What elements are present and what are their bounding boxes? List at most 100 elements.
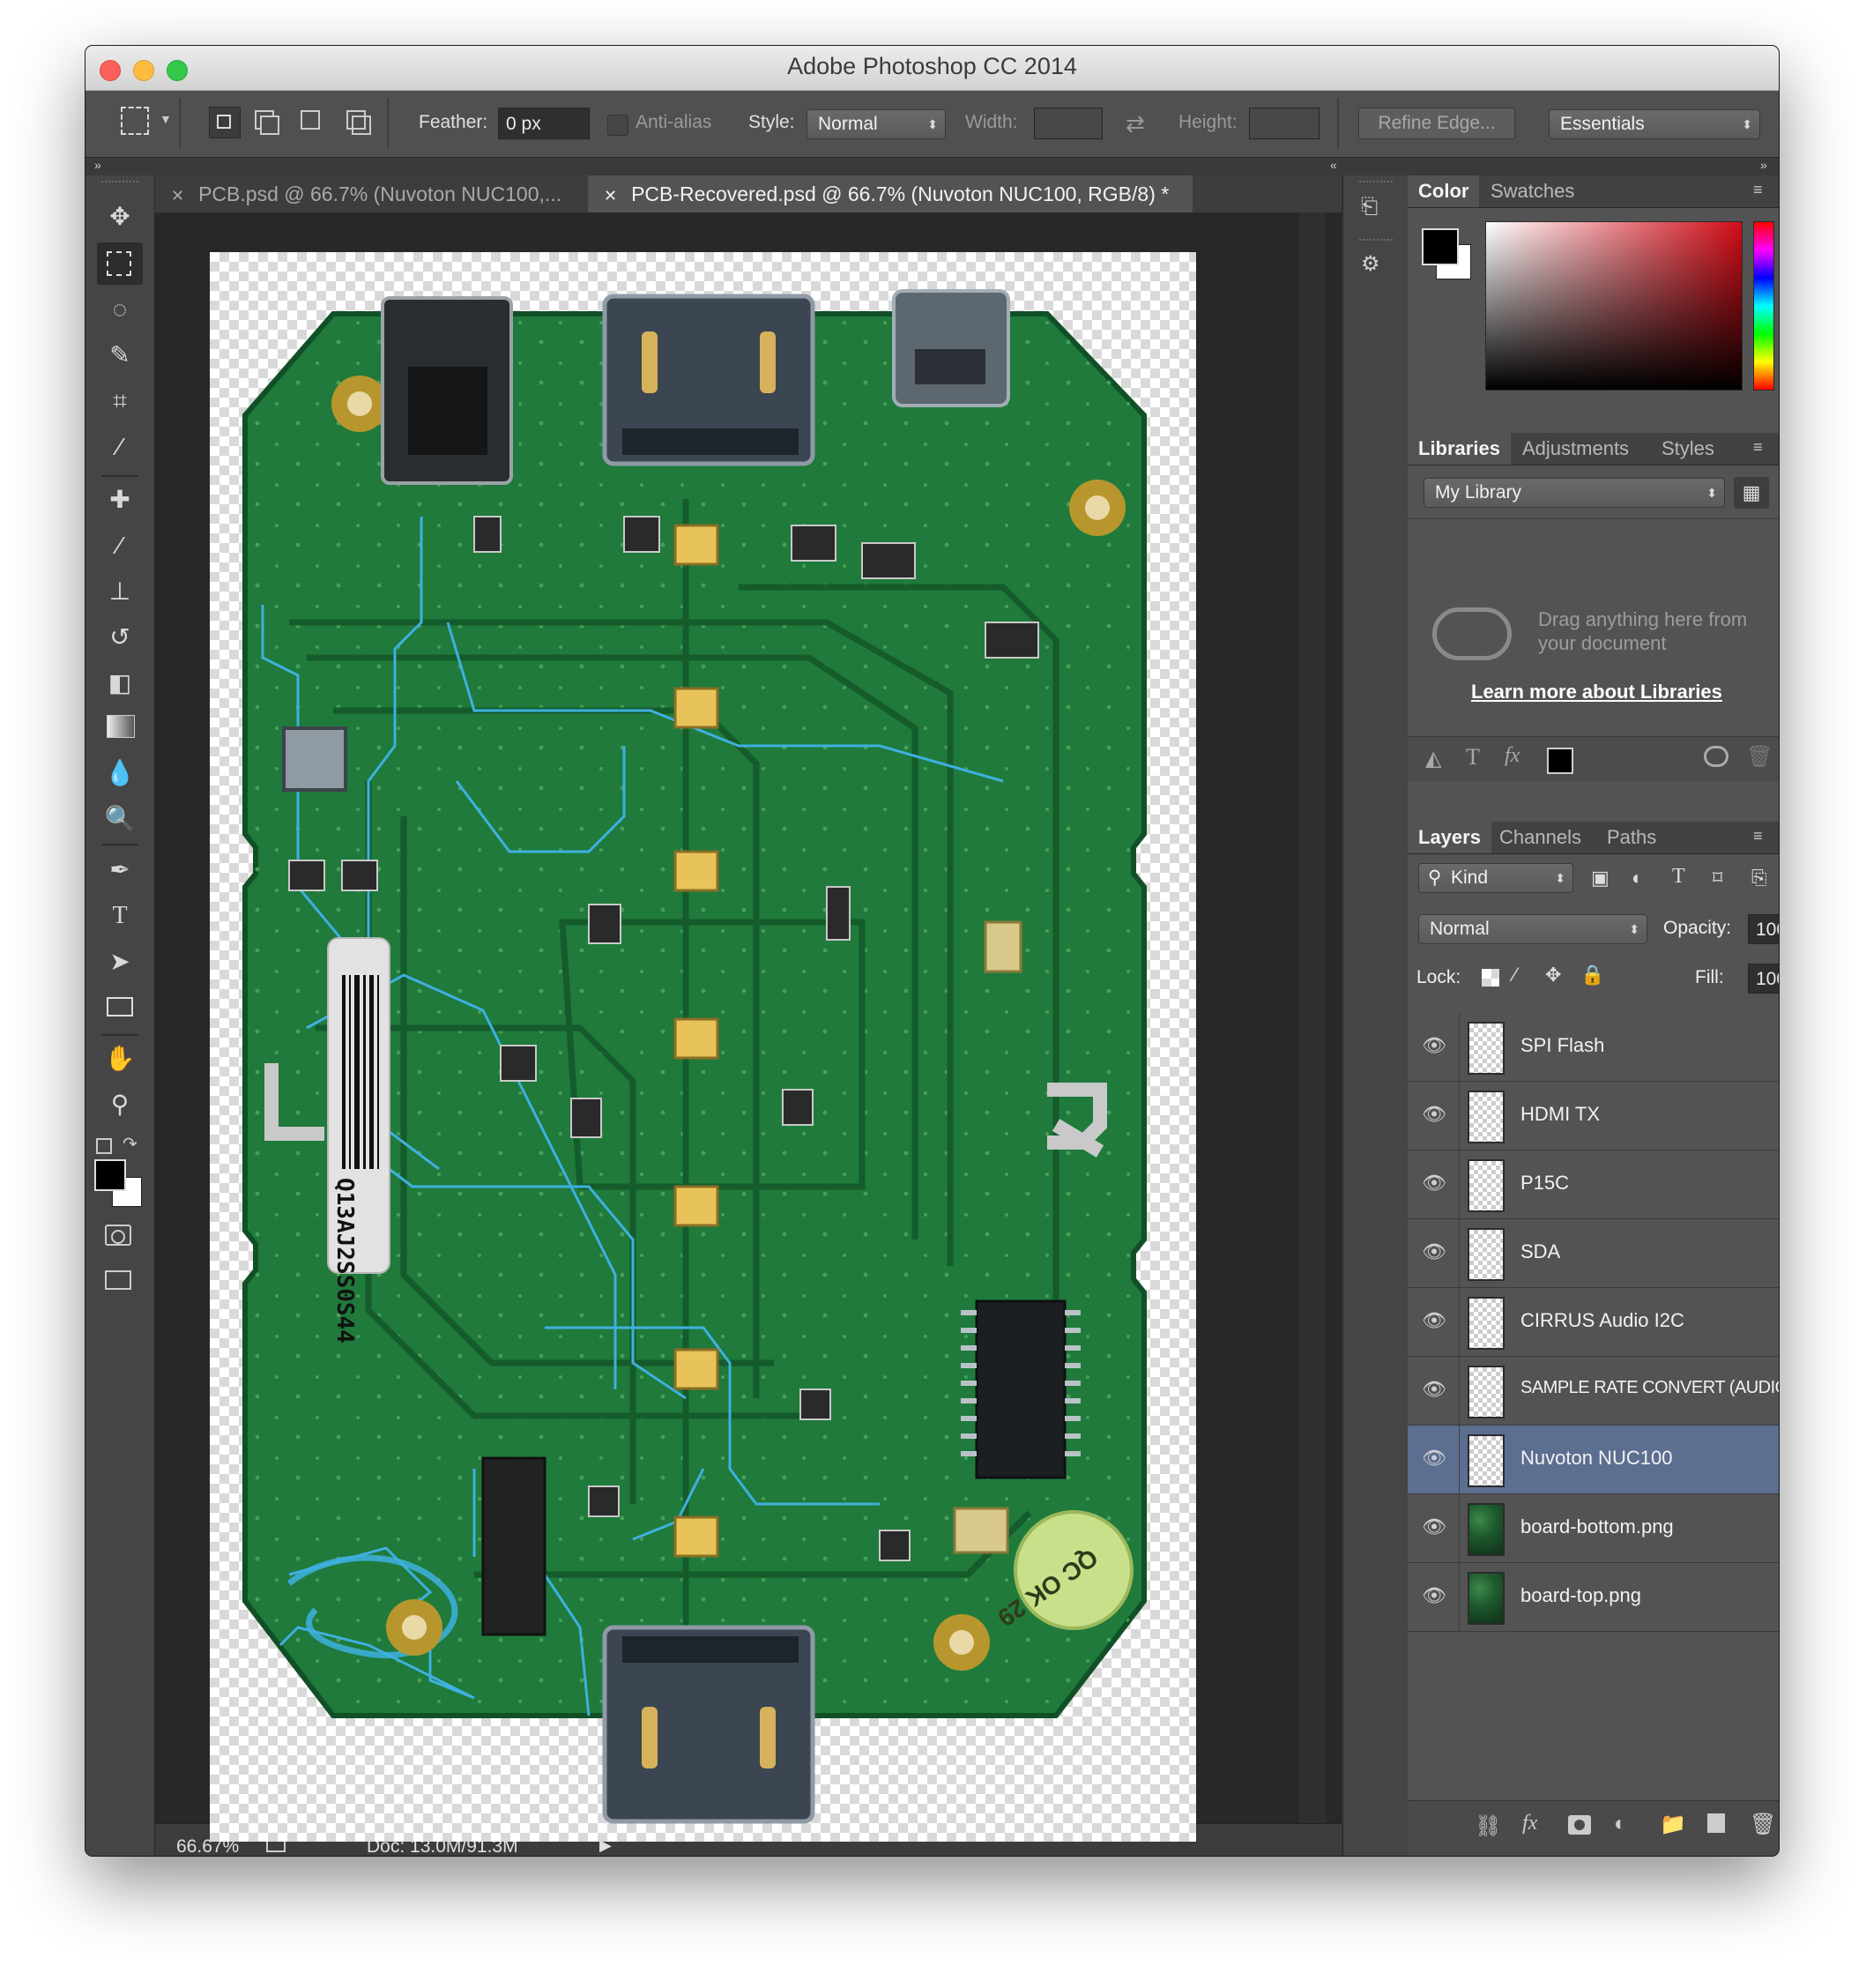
type-icon[interactable]: T (99, 897, 141, 935)
dodge-icon[interactable]: 🔍 (99, 800, 141, 838)
width-field[interactable] (1034, 108, 1103, 139)
marquee-icon[interactable] (107, 251, 131, 276)
properties-panel-icon[interactable]: ⚙ (1361, 251, 1389, 283)
path-select-icon[interactable]: ➤ (99, 942, 141, 981)
history-panel-icon[interactable]: ⎗ (1361, 195, 1389, 227)
layer-style-icon[interactable]: fx (1522, 1812, 1537, 1835)
layer-row[interactable]: 👁 SDA (1408, 1219, 1779, 1288)
foreground-color-swatch[interactable] (1422, 228, 1459, 265)
expand-panels-icon[interactable]: » (1760, 158, 1767, 172)
hue-slider[interactable] (1753, 221, 1774, 391)
layer-mask-icon[interactable] (1568, 1815, 1591, 1835)
tab-layers[interactable]: Layers (1408, 822, 1491, 853)
default-colors-icon[interactable] (96, 1138, 112, 1154)
collapse-panels-icon[interactable]: « (1330, 158, 1337, 172)
visibility-eye-icon[interactable]: 👁 (1422, 1515, 1450, 1540)
library-select[interactable]: My Library ⬍ (1424, 478, 1725, 508)
foreground-color-swatch[interactable] (94, 1159, 126, 1191)
feather-field[interactable]: 0 px (498, 108, 590, 139)
lock-all-icon[interactable]: 🔒 (1580, 964, 1604, 987)
blur-icon[interactable]: 💧 (99, 754, 141, 793)
close-tab-icon[interactable]: ✕ (171, 187, 184, 205)
delete-layer-icon[interactable]: 🗑 (1750, 1812, 1776, 1837)
filter-adjustment-icon[interactable]: ◐ (1632, 867, 1643, 890)
refine-edge-button[interactable]: Refine Edge... (1358, 108, 1515, 139)
visibility-eye-icon[interactable]: 👁 (1422, 1309, 1450, 1334)
height-field[interactable] (1249, 108, 1320, 139)
blend-mode-select[interactable]: Normal ⬍ (1418, 914, 1647, 944)
tab-channels[interactable]: Channels (1489, 822, 1592, 853)
zoom-icon[interactable]: ⚲ (99, 1085, 141, 1124)
add-layer-style-icon[interactable]: fx (1505, 744, 1520, 768)
healing-icon[interactable]: ✚ (99, 480, 141, 519)
quick-select-icon[interactable]: ✎ (99, 336, 141, 375)
fill-field[interactable]: 100% (1748, 964, 1779, 994)
lock-transparency-icon[interactable] (1482, 969, 1499, 987)
crop-icon[interactable]: ⌗ (99, 382, 141, 421)
filter-smart-object-icon[interactable]: ⎘ (1751, 867, 1767, 890)
cloud-sync-icon[interactable] (1704, 746, 1728, 767)
quick-mask-icon[interactable] (105, 1225, 131, 1246)
filter-type-icon[interactable]: T (1672, 865, 1685, 889)
grid-view-icon[interactable]: ▦ (1734, 477, 1769, 509)
trash-icon[interactable]: 🗑 (1746, 744, 1773, 770)
filter-shape-icon[interactable]: ⌑ (1713, 867, 1722, 890)
eyedropper-icon[interactable]: ⁄ (99, 428, 141, 466)
document-tab-active[interactable]: ✕ PCB-Recovered.psd @ 66.7% (Nuvoton NUC1… (588, 175, 1193, 212)
stamp-icon[interactable]: ⊥ (99, 572, 141, 611)
subtract-selection-icon[interactable] (301, 110, 320, 130)
visibility-eye-icon[interactable]: 👁 (1422, 1378, 1450, 1403)
tab-color[interactable]: Color (1408, 175, 1480, 207)
eraser-icon[interactable]: ◧ (99, 664, 141, 703)
visibility-eye-icon[interactable]: 👁 (1422, 1034, 1450, 1059)
close-tab-icon[interactable]: ✕ (604, 187, 617, 205)
layer-row[interactable]: 👁 Nuvoton NUC100 (1408, 1426, 1779, 1494)
document-tab[interactable]: ✕ PCB.psd @ 66.7% (Nuvoton NUC100,... (155, 175, 586, 212)
workspace-select[interactable]: Essentials ⬍ (1549, 109, 1760, 139)
add-character-style-icon[interactable]: T (1466, 744, 1480, 771)
tab-libraries[interactable]: Libraries (1408, 433, 1511, 465)
expand-tools-icon[interactable]: » (94, 158, 101, 172)
tab-styles[interactable]: Styles (1651, 433, 1725, 465)
brush-icon[interactable]: ⁄ (99, 526, 141, 565)
tab-swatches[interactable]: Swatches (1480, 175, 1585, 207)
visibility-eye-icon[interactable]: 👁 (1422, 1172, 1450, 1196)
gradient-icon[interactable] (107, 715, 135, 738)
layer-row[interactable]: 👁 P15C (1408, 1150, 1779, 1219)
lasso-icon[interactable]: ◌ (99, 290, 141, 329)
move-icon[interactable]: ✥ (99, 197, 141, 236)
new-layer-icon[interactable] (1707, 1813, 1725, 1833)
panel-menu-icon[interactable]: ≡ (1753, 827, 1763, 845)
layer-row[interactable]: 👁 board-bottom.png (1408, 1494, 1779, 1563)
visibility-eye-icon[interactable]: 👁 (1422, 1103, 1450, 1128)
layer-row[interactable]: 👁 SPI Flash (1408, 1013, 1779, 1082)
adjustment-layer-icon[interactable]: ◐ (1614, 1812, 1627, 1836)
layer-row[interactable]: 👁 HDMI TX (1408, 1082, 1779, 1150)
link-layers-icon[interactable]: ⛓ (1475, 1813, 1501, 1839)
panel-menu-icon[interactable]: ≡ (1753, 438, 1763, 457)
lock-pixels-icon[interactable]: ⁄ (1513, 964, 1517, 987)
tab-adjustments[interactable]: Adjustments (1512, 433, 1639, 465)
style-select[interactable]: Normal ⬍ (807, 109, 946, 139)
opacity-field[interactable]: 100% (1748, 914, 1779, 944)
chevron-down-icon[interactable]: ▼ (160, 112, 172, 126)
hand-icon[interactable]: ✋ (99, 1039, 141, 1078)
canvas[interactable]: Q13AJ2SS0S44 QC OK 29 (210, 252, 1196, 1842)
lock-position-icon[interactable]: ✥ (1545, 964, 1561, 987)
layer-row[interactable]: 👁 CIRRUS Audio I2C (1408, 1288, 1779, 1357)
history-brush-icon[interactable]: ↺ (99, 618, 141, 657)
panel-menu-icon[interactable]: ≡ (1753, 181, 1763, 199)
pen-icon[interactable]: ✒ (99, 851, 141, 890)
new-selection-icon[interactable] (209, 107, 241, 138)
antialias-checkbox[interactable] (607, 115, 628, 136)
filter-pixel-icon[interactable]: ▣ (1591, 867, 1610, 890)
screen-mode-icon[interactable] (105, 1270, 131, 1290)
add-graphic-icon[interactable]: ◭ (1425, 746, 1441, 771)
visibility-eye-icon[interactable]: 👁 (1422, 1447, 1450, 1471)
color-field[interactable] (1485, 221, 1743, 391)
add-color-icon[interactable] (1547, 748, 1573, 774)
marquee-preset-icon[interactable] (121, 107, 149, 135)
visibility-eye-icon[interactable]: 👁 (1422, 1240, 1450, 1265)
swap-colors-icon[interactable]: ↷ (123, 1133, 138, 1155)
visibility-eye-icon[interactable]: 👁 (1422, 1584, 1450, 1609)
